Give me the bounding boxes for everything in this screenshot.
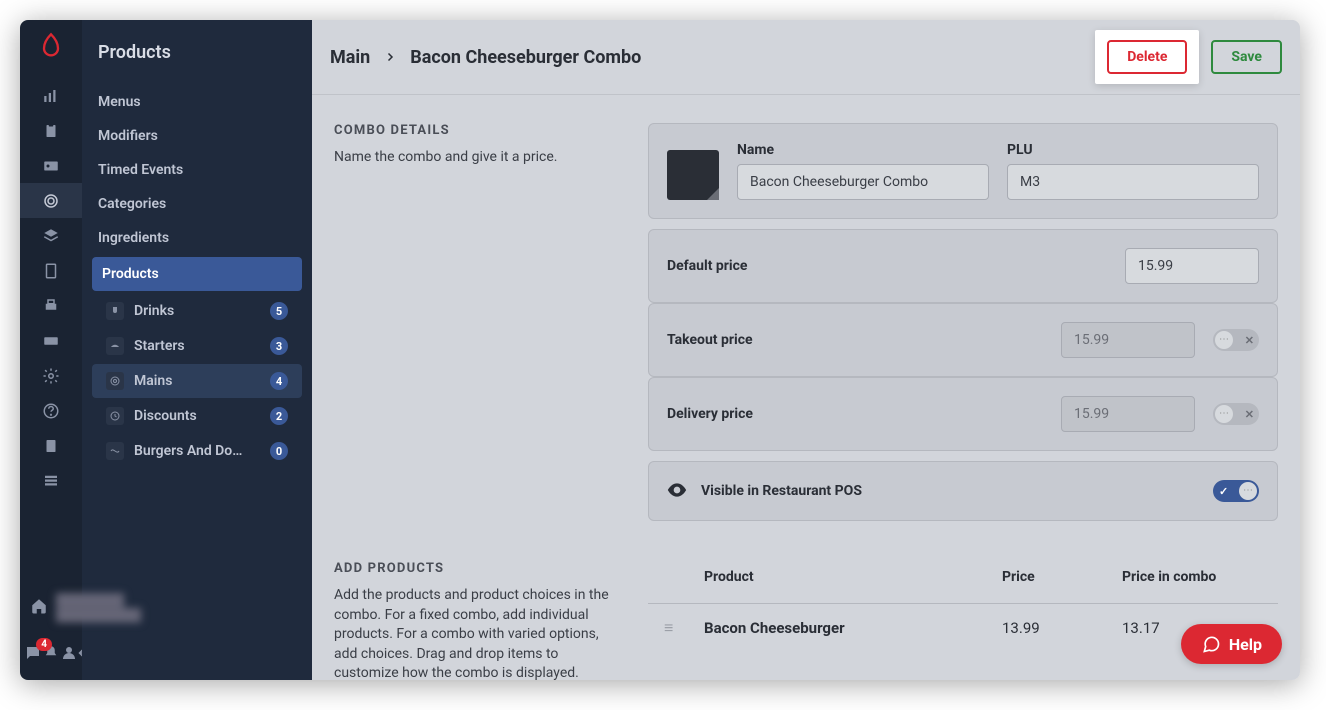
price-toggle[interactable]: ✕ — [1213, 403, 1259, 425]
subitem-label: Discounts — [134, 408, 197, 424]
chat-bubble-icon — [1201, 634, 1221, 654]
user-icon[interactable] — [60, 644, 78, 662]
topbar: Main Bacon Cheeseburger Combo Delete Sav… — [312, 20, 1300, 95]
visible-pos-label: Visible in Restaurant POS — [701, 483, 1199, 499]
sidebar-item-products[interactable]: Products — [92, 257, 302, 291]
bell-icon[interactable]: 4 — [42, 644, 60, 662]
count-badge: 0 — [270, 442, 288, 460]
plate-icon[interactable] — [20, 183, 82, 218]
plu-input[interactable] — [1007, 164, 1259, 200]
price-toggle[interactable]: ✕ — [1213, 329, 1259, 351]
section-desc-add-products: Add the products and product choices in … — [334, 586, 624, 680]
save-button[interactable]: Save — [1211, 40, 1282, 74]
products-table-header: Product Price Price in combo — [648, 561, 1278, 593]
subitem-label: Starters — [134, 338, 185, 354]
visible-pos-toggle[interactable]: ✓ — [1213, 480, 1259, 502]
subitem-label: Mains — [134, 373, 172, 389]
name-input[interactable] — [737, 164, 989, 200]
sidebar-subitem[interactable]: Burgers And Do… 0 — [92, 434, 302, 468]
subitem-label: Burgers And Do… — [134, 443, 242, 459]
card-icon[interactable] — [20, 323, 82, 358]
category-icon — [106, 372, 124, 390]
section-title-combo-details: COMBO DETAILS — [334, 123, 624, 138]
breadcrumb-current: Bacon Cheeseburger Combo — [410, 47, 641, 68]
price-label: Takeout price — [667, 332, 1043, 348]
sidebar-item-categories[interactable]: Categories — [82, 187, 312, 221]
gear-icon[interactable] — [20, 358, 82, 393]
question-icon[interactable] — [20, 393, 82, 428]
user-area: ██████████████████ — [20, 571, 82, 632]
breadcrumb-parent[interactable]: Main — [330, 47, 370, 68]
col-product: Product — [704, 569, 1002, 585]
eye-icon — [667, 482, 687, 501]
chevron-right-icon — [384, 48, 396, 67]
drag-handle-icon[interactable]: ≡ — [664, 618, 704, 638]
icon-rail: ██████████████████ 4 — [20, 20, 82, 680]
brand-logo — [37, 32, 65, 60]
cell-price: 13.99 — [1002, 619, 1122, 637]
col-price-combo: Price in combo — [1122, 569, 1262, 585]
sidebar-subitem[interactable]: Starters 3 — [92, 329, 302, 363]
content-scroll: COMBO DETAILS Name the combo and give it… — [312, 95, 1300, 680]
category-icon — [106, 442, 124, 460]
help-button[interactable]: Help — [1181, 624, 1282, 664]
clipboard2-icon[interactable] — [20, 428, 82, 463]
price-label: Default price — [667, 258, 1107, 274]
house-icon — [30, 597, 48, 619]
name-label: Name — [737, 142, 989, 158]
help-label: Help — [1229, 635, 1262, 654]
bars-icon[interactable] — [20, 78, 82, 113]
col-price: Price — [1002, 569, 1122, 585]
sidebar-subitem[interactable]: Mains 4 — [92, 364, 302, 398]
subitem-label: Drinks — [134, 303, 174, 319]
count-badge: 5 — [270, 302, 288, 320]
price-input[interactable] — [1061, 396, 1195, 432]
price-label: Delivery price — [667, 406, 1043, 422]
category-icon — [106, 337, 124, 355]
count-badge: 2 — [270, 407, 288, 425]
sidebar-item-menus[interactable]: Menus — [82, 85, 312, 119]
cell-product: Bacon Cheeseburger — [704, 619, 1002, 637]
sidebar-item-ingredients[interactable]: Ingredients — [82, 221, 312, 255]
section-desc-combo-details: Name the combo and give it a price. — [334, 148, 624, 168]
sidebar-item-timed-events[interactable]: Timed Events — [82, 153, 312, 187]
section-title-add-products: ADD PRODUCTS — [334, 561, 624, 576]
category-icon — [106, 302, 124, 320]
delete-highlight-wrap: Delete — [1095, 30, 1199, 84]
main-area: Main Bacon Cheeseburger Combo Delete Sav… — [312, 20, 1300, 680]
count-badge: 3 — [270, 337, 288, 355]
layers-icon[interactable] — [20, 218, 82, 253]
color-swatch[interactable] — [667, 150, 719, 200]
side-panel: Products MenusModifiersTimed EventsCateg… — [82, 20, 312, 680]
price-input[interactable] — [1061, 322, 1195, 358]
count-badge: 4 — [270, 372, 288, 390]
delete-button[interactable]: Delete — [1107, 40, 1187, 74]
notification-badge: 4 — [36, 638, 52, 651]
sidebar-item-modifiers[interactable]: Modifiers — [82, 119, 312, 153]
id-card-icon[interactable] — [20, 148, 82, 183]
price-input[interactable] — [1125, 248, 1259, 284]
clipboard-icon[interactable] — [20, 113, 82, 148]
plu-label: PLU — [1007, 142, 1259, 158]
sidebar-subitem[interactable]: Discounts 2 — [92, 399, 302, 433]
category-icon — [106, 407, 124, 425]
sidebar-subitem[interactable]: Drinks 5 — [92, 294, 302, 328]
tablet-icon[interactable] — [20, 253, 82, 288]
stack-icon[interactable] — [20, 463, 82, 498]
user-info-blurred: ██████████████████ — [56, 593, 141, 622]
printer-icon[interactable] — [20, 288, 82, 323]
panel-title: Products — [82, 20, 312, 85]
